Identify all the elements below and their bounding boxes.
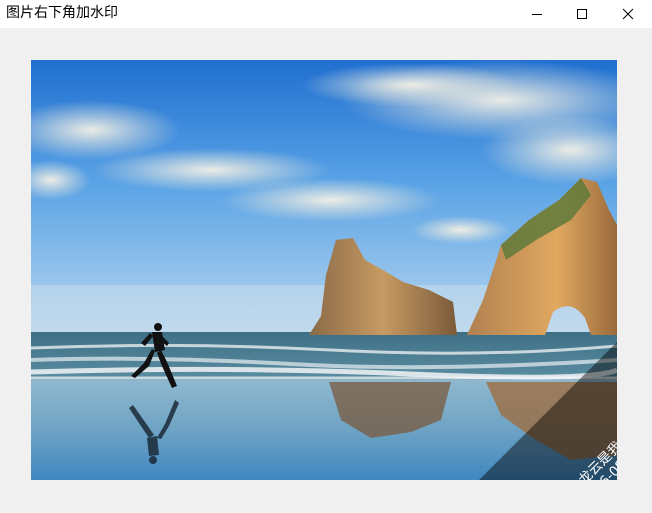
window-title: 图片右下角加水印 — [6, 5, 118, 21]
minimize-icon — [532, 14, 542, 15]
beach-photo: 龙云是我 2016-08-22 — [31, 60, 617, 480]
client-area: 龙云是我 2016-08-22 — [0, 28, 652, 513]
title-bar: 图片右下角加水印 — [0, 0, 652, 28]
minimize-button[interactable] — [514, 0, 560, 28]
close-icon — [622, 8, 634, 20]
maximize-button[interactable] — [559, 0, 605, 28]
close-button[interactable] — [605, 0, 651, 28]
maximize-icon — [577, 9, 587, 19]
